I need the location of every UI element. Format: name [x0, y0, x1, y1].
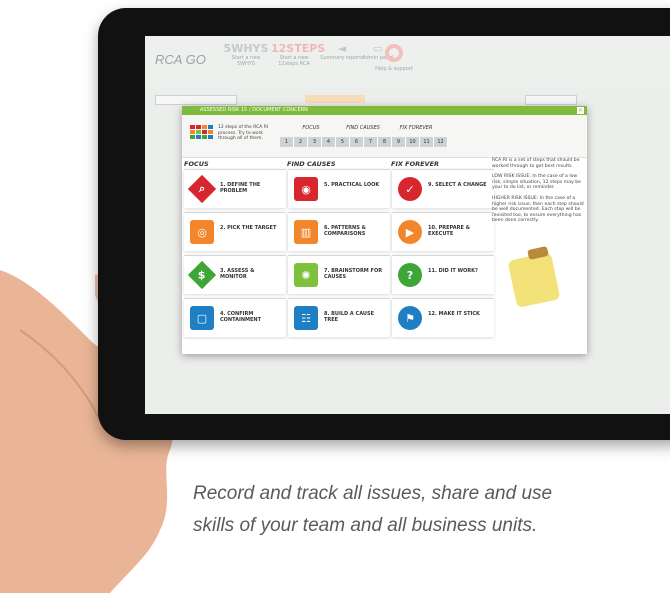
modal-description: 12 steps of the RCA RI process. Try to w… [218, 125, 269, 141]
info-panel: RCA RI is a set of steps that should be … [492, 158, 584, 229]
step-tab-7[interactable]: 7 [364, 137, 378, 147]
new-12steps-button[interactable]: 12STEPS Start a new 12steps RCA [271, 42, 326, 82]
filter-bar [145, 92, 670, 106]
tool-title: 5WHYS [223, 42, 269, 55]
step-label: 3. ASSESS & MONITOR [220, 268, 255, 280]
step-tab-6[interactable]: 6 [350, 137, 364, 147]
step-label: 2. PICK THE TARGET [220, 225, 277, 231]
twelve-steps-modal: ASSESSED RISK 15 / DOCUMENT CONCERN × 12… [182, 106, 587, 354]
step-card-10[interactable]: ▶ 10. PREPARE & EXECUTE [392, 212, 494, 251]
step-card-11[interactable]: ? 11. DID IT WORK? [392, 255, 494, 294]
step-label: 9. SELECT A CHANGE [428, 182, 487, 188]
step-tab-8[interactable]: 8 [378, 137, 392, 147]
step-label: 8. BUILD A CAUSE TREE [324, 311, 374, 323]
step-card-4[interactable]: ▢ 4. CONFIRM CONTAINMENT [184, 298, 286, 337]
lightbulb-icon: ✺ [294, 263, 318, 287]
column-heading-focus: FOCUS [184, 160, 209, 168]
filter-select[interactable] [525, 95, 577, 105]
tablet-frame: RCA GO 5WHYS Start a new 5WHYS 12STEPS S… [98, 8, 670, 440]
square-icon: ▢ [190, 306, 214, 330]
tree-icon: ☷ [294, 306, 318, 330]
phase-fix-forever: FIX FOREVER [399, 125, 433, 131]
step-card-3[interactable]: $3. ASSESS & MONITOR [184, 255, 286, 294]
bar-chart-icon: ▥ [294, 220, 318, 244]
info-text-high-risk: HIGHER RISK ISSUE: In the case of a high… [492, 195, 584, 224]
steps-grid-icon [190, 125, 213, 145]
close-icon[interactable]: × [577, 107, 584, 114]
modal-titlebar: ASSESSED RISK 15 / DOCUMENT CONCERN × [182, 106, 587, 115]
step-card-5[interactable]: ◉ 5. PRACTICAL LOOK [288, 169, 390, 208]
step-tab-10[interactable]: 10 [406, 137, 420, 147]
step-tab-1[interactable]: 1 [280, 137, 294, 147]
app-logo: RCA GO [155, 52, 206, 67]
tool-label: Start a new 5WHYS [231, 55, 261, 67]
caption-line-2: skills of your team and all business uni… [193, 515, 538, 536]
step-card-7[interactable]: ✺ 7. BRAINSTORM FOR CAUSES [288, 255, 390, 294]
step-tab-3[interactable]: 3 [308, 137, 322, 147]
question-icon: ? [398, 263, 422, 287]
step-tab-4[interactable]: 4 [322, 137, 336, 147]
column-heading-fix-forever: FIX FOREVER [391, 160, 440, 168]
step-label: 10. PREPARE & EXECUTE [428, 225, 470, 237]
tool-title: 12STEPS [271, 42, 326, 55]
info-text-intro: RCA RI is a set of steps that should be … [492, 158, 580, 169]
step-tab-11[interactable]: 11 [420, 137, 434, 147]
step-card-6[interactable]: ▥ 6. PATTERNS & COMPARISONS [288, 212, 390, 251]
marketing-caption: Record and track all issues, share and u… [193, 478, 663, 542]
step-card-12[interactable]: ⚑ 12. MAKE IT STICK [392, 298, 494, 337]
dollar-icon: $ [187, 260, 217, 290]
caption-line-1: Record and track all issues, share and u… [193, 483, 553, 504]
step-label: 4. CONFIRM CONTAINMENT [220, 311, 262, 323]
target-icon: ◎ [190, 220, 214, 244]
step-label: 5. PRACTICAL LOOK [324, 182, 380, 188]
app-toolbar: RCA GO 5WHYS Start a new 5WHYS 12STEPS S… [145, 36, 670, 88]
filter-input[interactable] [155, 95, 237, 105]
check-icon: ✓ [398, 177, 422, 201]
filter-field[interactable] [305, 95, 365, 103]
info-text-low-risk: LOW RISK ISSUE: In the case of a low ris… [492, 174, 581, 191]
step-label: 11. DID IT WORK? [428, 268, 478, 274]
step-tab-12[interactable]: 12 [434, 137, 448, 147]
modal-header: 12 steps of the RCA RI process. Try to w… [182, 115, 587, 158]
step-label: 1. DEFINE THE PROBLEM [220, 182, 261, 194]
step-label: 7. BRAINSTORM FOR CAUSES [324, 268, 383, 280]
mascot-illustration [507, 251, 561, 309]
flag-icon: ⚑ [398, 306, 422, 330]
step-card-1[interactable]: ⌕ 1. DEFINE THE PROBLEM [184, 169, 286, 208]
new-5whys-button[interactable]: 5WHYS Start a new 5WHYS [223, 42, 269, 82]
tablet-screen: RCA GO 5WHYS Start a new 5WHYS 12STEPS S… [145, 36, 670, 414]
column-heading-find-causes: FIND CAUSES [287, 160, 336, 168]
step-card-2[interactable]: ◎ 2. PICK THE TARGET [184, 212, 286, 251]
play-icon: ▶ [398, 220, 422, 244]
eye-icon: ◉ [294, 177, 318, 201]
step-tab-5[interactable]: 5 [336, 137, 350, 147]
step-tab-9[interactable]: 9 [392, 137, 406, 147]
tool-label: Help & support [375, 66, 413, 72]
step-card-8[interactable]: ☷ 8. BUILD A CAUSE TREE [288, 298, 390, 337]
modal-title: ASSESSED RISK 15 / DOCUMENT CONCERN [200, 107, 308, 113]
step-label: 6. PATTERNS & COMPARISONS [324, 225, 366, 237]
step-number-tabs: 1 2 3 4 5 6 7 8 9 10 11 12 [280, 137, 448, 147]
step-label: 12. MAKE IT STICK [428, 311, 480, 317]
step-card-9[interactable]: ✓ 9. SELECT A CHANGE [392, 169, 494, 208]
step-tab-2[interactable]: 2 [294, 137, 308, 147]
lifebuoy-icon [385, 44, 403, 62]
magnifier-icon: ⌕ [187, 174, 217, 204]
tool-label: Start a new 12steps RCA [278, 55, 310, 67]
